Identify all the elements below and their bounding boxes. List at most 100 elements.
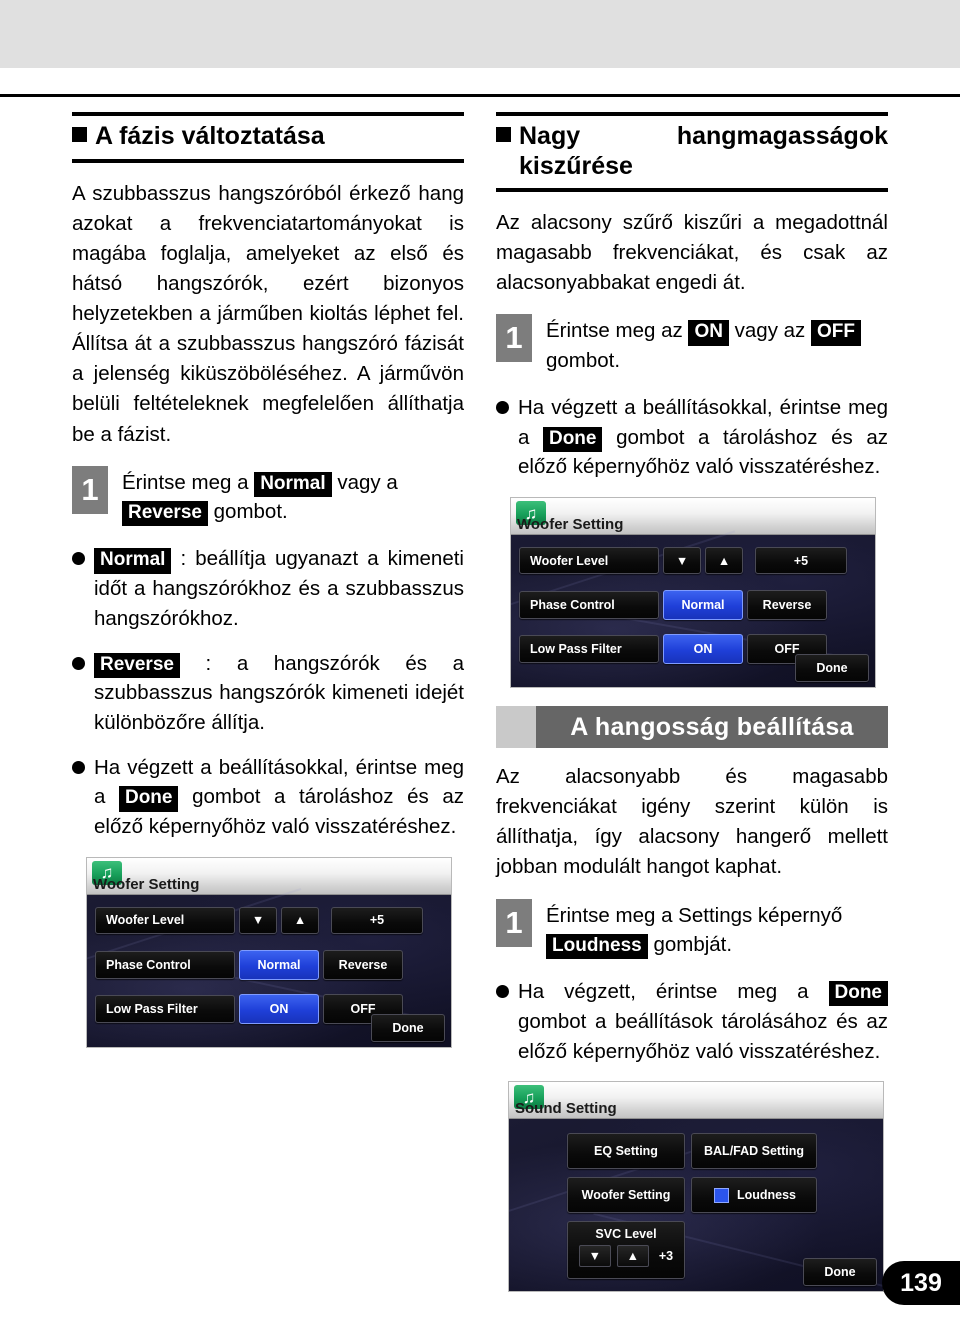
bullet-reverse-text: Reverse : a hangszórók és a szubbasszus …: [94, 649, 464, 738]
banner-title: A hangosság beállítása: [536, 706, 888, 749]
chip-reverse[interactable]: Reverse: [122, 501, 208, 527]
woofer-level-value: +5: [755, 547, 847, 575]
chip-loudness[interactable]: Loudness: [546, 933, 648, 960]
device-title-text: Sound Setting: [515, 1100, 617, 1118]
bullet-normal: Normal : beállítja ugyanazt a kimeneti i…: [72, 544, 464, 633]
device-title-text: Woofer Setting: [517, 516, 624, 534]
right-section-heading: Nagy hangmagasságok kiszűrése: [496, 112, 888, 192]
phase-control-label: Phase Control: [519, 591, 659, 620]
woofer-done-button[interactable]: Done: [371, 1013, 445, 1042]
svc-level-value: +3: [658, 1249, 674, 1264]
woofer-setting-button[interactable]: Woofer Setting: [567, 1177, 685, 1214]
svc-level-label: SVC Level: [595, 1227, 657, 1242]
loudness-section-banner: A hangosság beállítása: [496, 706, 888, 749]
loudness-button-label: Loudness: [736, 1188, 797, 1203]
low-pass-filter-label: Low Pass Filter: [519, 635, 659, 664]
woofer-level-value: +5: [331, 906, 423, 934]
woofer-done-button[interactable]: Done: [795, 654, 869, 683]
bullet-done-right: Ha végzett a beállításokkal, érintse meg…: [496, 393, 888, 482]
lpf-on-button[interactable]: ON: [239, 993, 319, 1024]
woofer-setting-screenshot-left: ♫ Woofer Setting Woofer Level ▼ ▲ +5 Pha…: [86, 856, 452, 1048]
page-body: A fázis változtatása A szubbasszus hangs…: [0, 112, 960, 1293]
chip-done[interactable]: Done: [118, 786, 179, 812]
device-title-text: Woofer Setting: [93, 875, 200, 893]
low-pass-filter-label: Low Pass Filter: [95, 994, 235, 1023]
device-title-bar: ♫ Sound Setting: [509, 1082, 883, 1120]
bullet-done-left: Ha végzett a beállításokkal, érintse meg…: [72, 753, 464, 842]
device-screen-area: Woofer Level ▼ ▲ +5 Phase Control Normal…: [87, 887, 451, 1047]
phase-normal-button[interactable]: Normal: [239, 949, 319, 980]
svc-level-group: SVC Level ▼ ▲ +3: [567, 1221, 685, 1280]
square-bullet-icon: [496, 127, 511, 142]
page-header-rule: [0, 94, 960, 97]
device-title-bar: ♫ Woofer Setting: [87, 857, 451, 895]
woofer-level-up-button[interactable]: ▲: [705, 547, 743, 575]
woofer-setting-screenshot-right: ♫ Woofer Setting Woofer Level ▼ ▲ +5 Pha…: [510, 497, 876, 689]
left-intro-paragraph: A szubbasszus hangszóróból érkező hang a…: [72, 181, 464, 446]
left-section-heading: A fázis változtatása: [72, 112, 464, 163]
left-step-1: 1 Érintse meg a Normal vagy a Reverse go…: [72, 465, 464, 527]
eq-setting-button[interactable]: EQ Setting: [567, 1133, 685, 1170]
step-instruction-text: Érintse meg a Settings képernyő Loudness…: [546, 899, 842, 960]
chip-normal-desc[interactable]: Normal: [94, 548, 172, 574]
bullet-dot-icon: [72, 656, 85, 670]
device-screen-area: EQ Setting BAL/FAD Setting Woofer Settin…: [509, 1119, 883, 1292]
banner-left-pad: [496, 706, 536, 749]
woofer-level-label: Woofer Level: [95, 906, 235, 934]
loudness-step-1: 1 Érintse meg a Settings képernyő Loudne…: [496, 898, 888, 960]
chip-done[interactable]: Done: [828, 981, 888, 1007]
step-instruction-text: Érintse meg az ON vagy az OFF gombot.: [546, 314, 861, 375]
phase-reverse-button[interactable]: Reverse: [323, 949, 403, 980]
step-number-badge: 1: [496, 314, 532, 363]
right-heading-word1: Nagy: [519, 122, 581, 150]
svc-up-button[interactable]: ▲: [616, 1245, 649, 1268]
page-number-badge: 139: [882, 1261, 960, 1305]
square-bullet-icon: [72, 127, 87, 142]
sound-setting-screenshot: ♫ Sound Setting EQ Setting BAL/FAD Setti…: [508, 1081, 884, 1293]
woofer-level-down-button[interactable]: ▼: [663, 547, 701, 575]
woofer-level-up-button[interactable]: ▲: [281, 906, 319, 934]
right-step-1: 1 Érintse meg az ON vagy az OFF gombot.: [496, 314, 888, 375]
right-heading-word2: hangmagasságok: [676, 122, 888, 150]
bullet-dot-icon: [72, 552, 85, 566]
done-after: gombot a beállítások tárolásához és az e…: [518, 1009, 888, 1063]
page-top-band: [0, 0, 960, 68]
phase-normal-button[interactable]: Normal: [663, 590, 743, 621]
device-title-bar: ♫ Woofer Setting: [511, 498, 875, 536]
step-instruction-text: Érintse meg a Normal vagy a Reverse gomb…: [122, 466, 398, 527]
left-heading-text: A fázis változtatása: [95, 122, 325, 150]
step-text-after: gombot.: [213, 500, 288, 524]
step-text-after: gombját.: [653, 932, 733, 956]
bullet-reverse: Reverse : a hangszórók és a szubbasszus …: [72, 649, 464, 738]
device-screen-area: Woofer Level ▼ ▲ +5 Phase Control Normal…: [511, 530, 875, 688]
right-heading-line2: kiszűrése: [519, 151, 633, 180]
phase-reverse-button[interactable]: Reverse: [747, 590, 827, 621]
chip-on[interactable]: ON: [688, 320, 729, 346]
bullet-dot-icon: [72, 760, 85, 774]
loudness-button[interactable]: Loudness: [691, 1177, 817, 1214]
lpf-on-button[interactable]: ON: [663, 634, 743, 665]
svc-down-button[interactable]: ▼: [578, 1245, 611, 1268]
phase-control-label: Phase Control: [95, 950, 235, 979]
sound-done-button[interactable]: Done: [803, 1258, 877, 1287]
woofer-level-down-button[interactable]: ▼: [239, 906, 277, 934]
chip-off[interactable]: OFF: [811, 320, 861, 346]
chip-normal[interactable]: Normal: [254, 471, 332, 498]
right-column: Nagy hangmagasságok kiszűrése Az alacson…: [496, 112, 888, 1293]
done-before: Ha végzett, érintse meg a: [518, 980, 809, 1004]
loudness-intro-paragraph: Az alacsonyabb és magasabb frekvenciákat…: [496, 765, 888, 879]
left-column: A fázis változtatása A szubbasszus hangs…: [72, 112, 464, 1048]
bal-fad-setting-button[interactable]: BAL/FAD Setting: [691, 1133, 817, 1170]
step-text-mid: vagy a: [337, 470, 398, 494]
chip-done[interactable]: Done: [542, 426, 603, 453]
chip-reverse-desc[interactable]: Reverse: [94, 652, 180, 678]
right-intro-paragraph: Az alacsony szűrő kiszűri a megadottnál …: [496, 211, 888, 295]
step-number-badge: 1: [72, 465, 108, 514]
step-text-after: gombot.: [546, 348, 621, 372]
loudness-checkbox-icon[interactable]: [713, 1187, 729, 1203]
step-text-mid: vagy az: [734, 319, 806, 343]
bullet-done-loudness-text: Ha végzett, érintse meg a Done gombot a …: [518, 977, 888, 1066]
bullet-dot-icon: [496, 985, 509, 999]
bullet-normal-text: Normal : beállítja ugyanazt a kimeneti i…: [94, 544, 464, 633]
bullet-dot-icon: [496, 400, 509, 414]
